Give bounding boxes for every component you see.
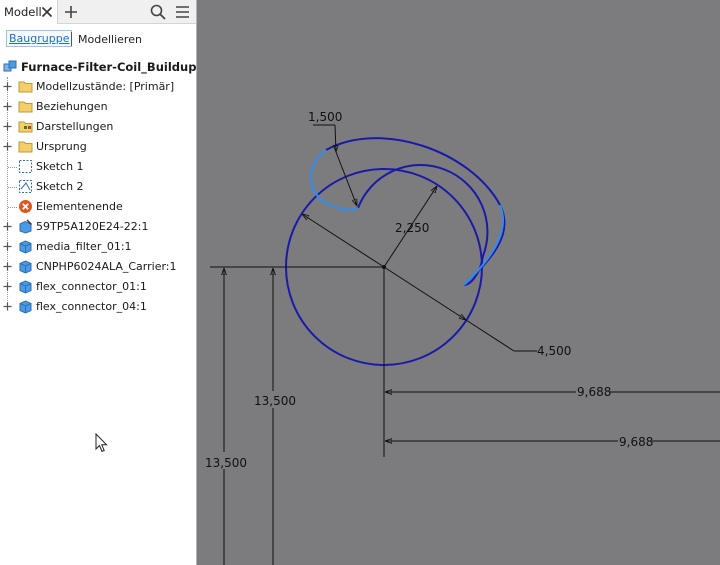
expand-plus-icon[interactable] [3, 242, 12, 251]
tree-item-label: 59TP5A120E24-22:1 [36, 220, 149, 233]
expand-plus-icon[interactable] [3, 262, 12, 271]
expand-plus-icon[interactable] [3, 82, 12, 91]
tab-model-label: Modell [4, 5, 42, 19]
expand-plus-icon[interactable] [3, 222, 12, 231]
close-icon[interactable] [41, 6, 53, 18]
mode-assembly-link[interactable]: Baugruppe [6, 30, 73, 47]
folder-icon [18, 81, 33, 93]
part-icon [19, 240, 32, 254]
tree-item-representations[interactable]: Darstellungen [0, 117, 196, 137]
expand-plus-icon[interactable] [3, 102, 12, 111]
assembly-icon [3, 60, 17, 72]
plus-icon[interactable] [64, 5, 78, 19]
folder-icon [18, 141, 33, 153]
dim-outer-diameter-label[interactable]: 4,500 [537, 344, 571, 358]
tree-item-media-filter[interactable]: media_filter_01:1 [0, 237, 196, 257]
tab-model[interactable]: Modell [0, 0, 58, 24]
tree-item-label: Beziehungen [36, 100, 108, 113]
tree-item-label: flex_connector_04:1 [36, 300, 147, 313]
dim-vertical-a-label[interactable]: 13,500 [205, 456, 247, 470]
part-icon [19, 260, 32, 274]
dim-slot-width-label[interactable]: 1,500 [308, 110, 342, 124]
sketch-icon [19, 180, 32, 193]
tree-root-assembly[interactable]: Furnace-Filter-Coil_Buildup.iam [0, 57, 196, 77]
tree-item-label: flex_connector_01:1 [36, 280, 147, 293]
expand-plus-icon[interactable] [3, 122, 12, 131]
expand-plus-icon[interactable] [3, 282, 12, 291]
tree-item-origin[interactable]: Ursprung [0, 137, 196, 157]
tree-item-end-of-features[interactable]: Elementenende [0, 197, 196, 217]
tree-branch-line [8, 207, 17, 208]
dim-horizontal-b-label[interactable]: 9,688 [619, 435, 653, 449]
browser-mode-bar: Baugruppe Modellieren [0, 24, 196, 52]
tree-item-label: CNPHP6024ALA_Carrier:1 [36, 260, 177, 273]
edited-part-icon [19, 219, 32, 234]
mode-modeling-link[interactable]: Modellieren [78, 33, 142, 46]
tree-branch-line [8, 167, 17, 168]
tree-item-flex-connector-04[interactable]: flex_connector_04:1 [0, 297, 196, 317]
part-icon [19, 280, 32, 294]
mouse-cursor-icon [95, 433, 108, 453]
tree-item-label: media_filter_01:1 [36, 240, 132, 253]
dim-horizontal-a-label[interactable]: 9,688 [577, 385, 611, 399]
tree-item-label: Ursprung [36, 140, 87, 153]
model-browser-panel: Modell Baugruppe Modellieren Furnace-Fil… [0, 0, 197, 565]
tree-item-sketch-1[interactable]: Sketch 1 [0, 157, 196, 177]
end-of-features-icon [19, 200, 32, 213]
tree-root-label: Furnace-Filter-Coil_Buildup.iam [21, 60, 197, 74]
tree-item-label: Elementenende [36, 200, 123, 213]
hamburger-menu-icon[interactable] [175, 5, 190, 19]
tree-item-relationships[interactable]: Beziehungen [0, 97, 196, 117]
browser-tab-bar: Modell [0, 0, 196, 24]
tree-item-sketch-2[interactable]: Sketch 2 [0, 177, 196, 197]
tree-item-label: Sketch 2 [36, 180, 84, 193]
tree-item-label: Sketch 1 [36, 160, 84, 173]
tree-item-carrier[interactable]: CNPHP6024ALA_Carrier:1 [0, 257, 196, 277]
tree-item-59tp5a120e24[interactable]: 59TP5A120E24-22:1 [0, 217, 196, 237]
tree-branch-line [8, 187, 17, 188]
dim-inner-radius-label[interactable]: 2,250 [395, 221, 429, 235]
tree-item-label: Darstellungen [36, 120, 114, 133]
tree-item-model-states[interactable]: Modellzustände: [Primär] [0, 77, 196, 97]
sketch-icon [19, 160, 32, 173]
search-icon[interactable] [150, 4, 166, 20]
dim-vertical-b-label[interactable]: 13,500 [254, 394, 296, 408]
part-icon [19, 300, 32, 314]
expand-plus-icon[interactable] [3, 142, 12, 151]
tree-item-flex-connector-01[interactable]: flex_connector_01:1 [0, 277, 196, 297]
sketch-canvas[interactable]: 1,500 2,250 4,500 13,500 13,500 9,688 9,… [197, 0, 720, 565]
folder-icon [18, 101, 33, 113]
canvas-background [197, 0, 720, 565]
representations-folder-icon [18, 121, 33, 133]
expand-plus-icon[interactable] [3, 302, 12, 311]
sketch-center-point[interactable] [382, 265, 386, 269]
tree-item-label: Modellzustände: [Primär] [36, 80, 175, 93]
mode-separator [71, 32, 72, 46]
